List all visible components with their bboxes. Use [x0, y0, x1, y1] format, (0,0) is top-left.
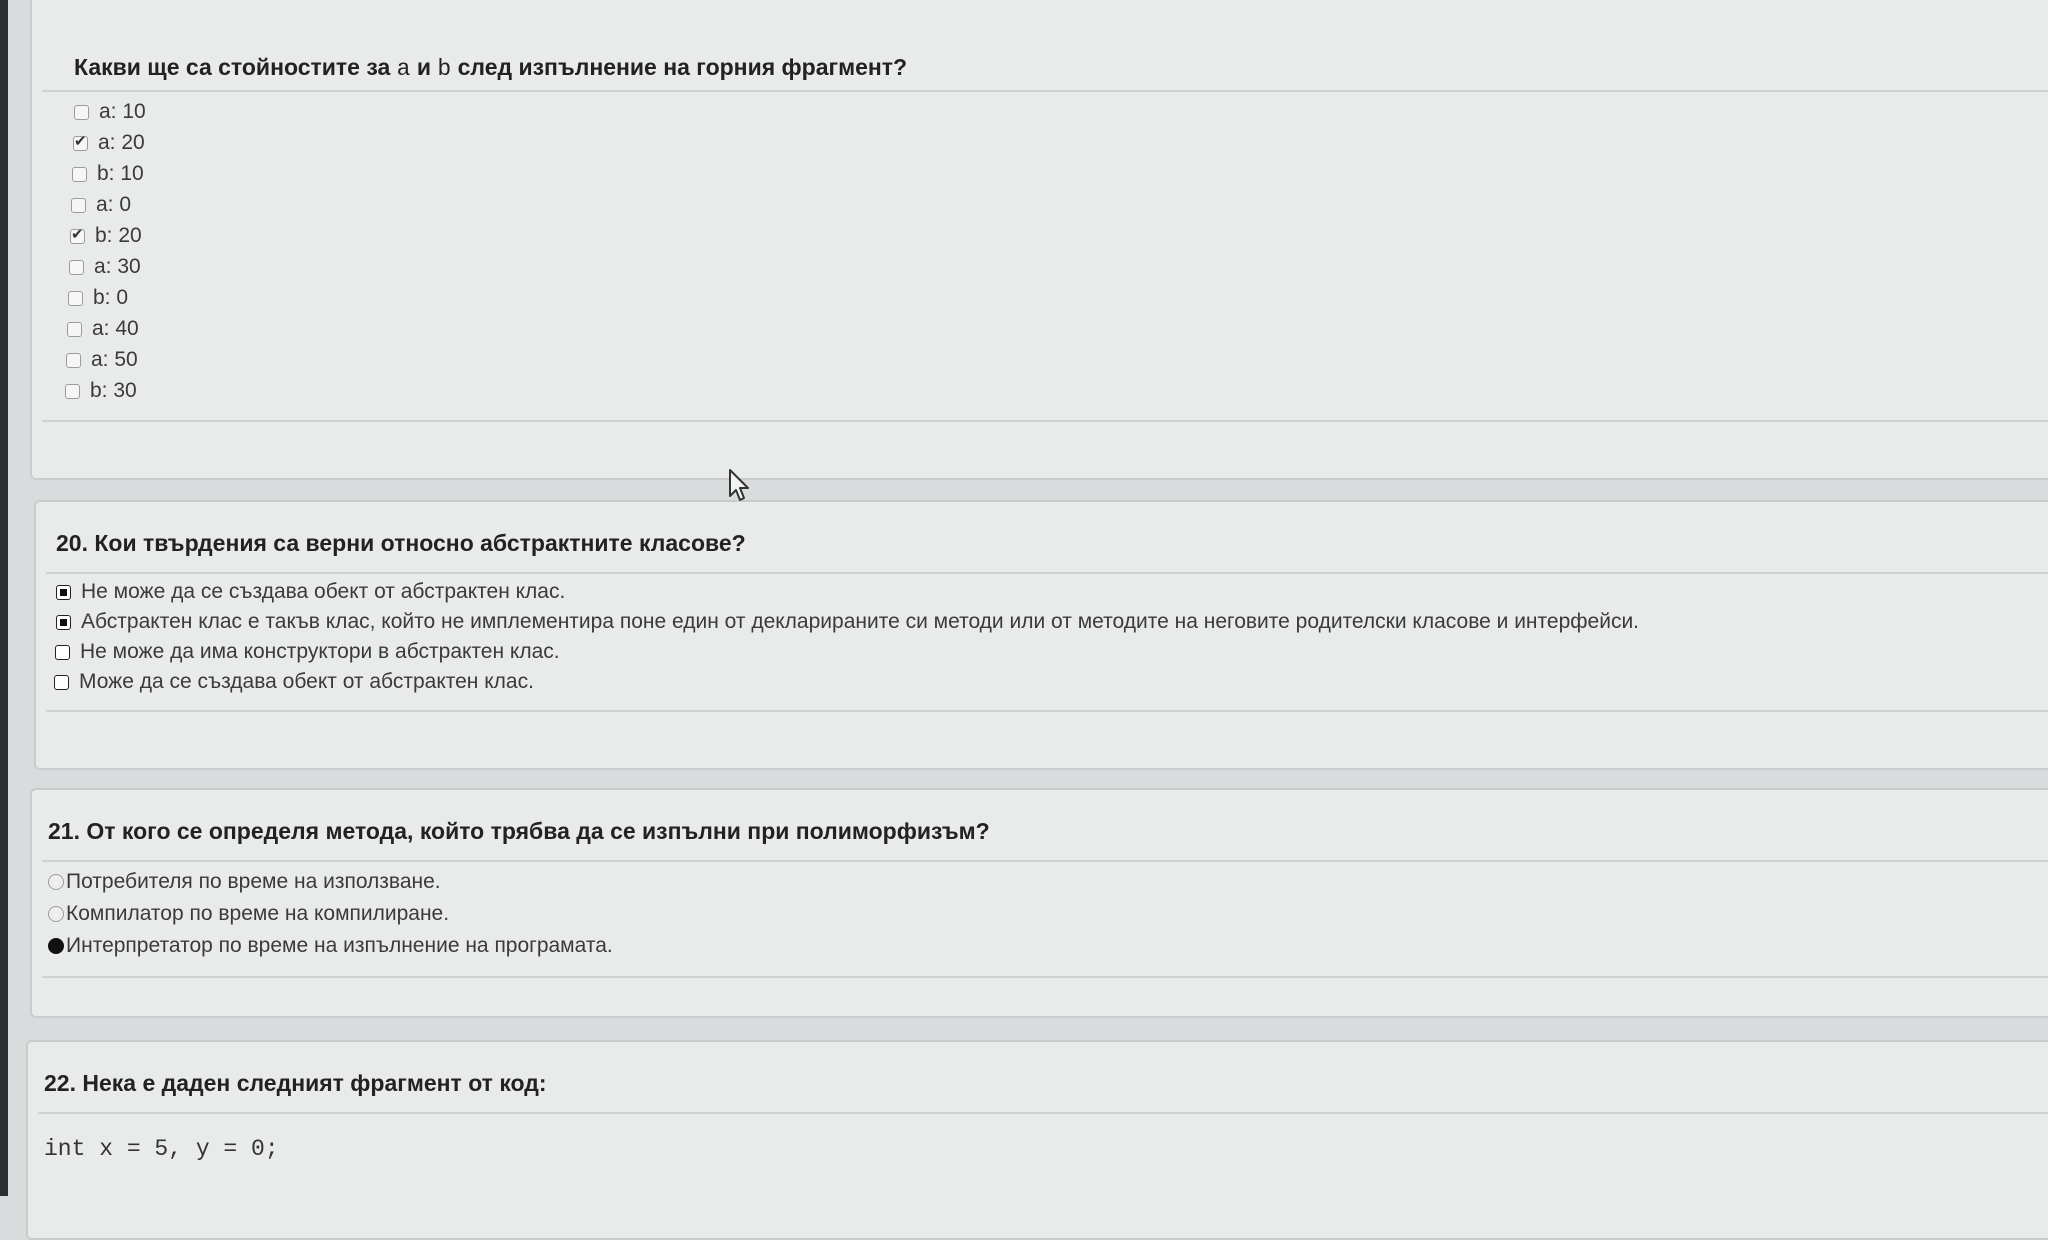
option-checkbox[interactable]: b: 30: [65, 379, 137, 403]
option-checkbox[interactable]: a: 20: [73, 131, 145, 155]
radio-icon[interactable]: [48, 906, 64, 922]
option-checkbox[interactable]: b: 10: [72, 162, 144, 186]
checkbox-icon[interactable]: [72, 166, 87, 182]
checkbox-icon[interactable]: [55, 644, 70, 660]
checkbox-icon[interactable]: [69, 259, 84, 275]
option-checkbox[interactable]: a: 50: [66, 348, 138, 372]
option-checkbox[interactable]: b: 0: [68, 286, 128, 310]
title-text: Какви ще са стойностите за: [74, 54, 397, 80]
radio-selected-icon[interactable]: [48, 938, 64, 954]
option-label: b: 10: [97, 162, 144, 185]
option-label: a: 0: [96, 193, 132, 216]
checkbox-checked-icon[interactable]: [73, 132, 88, 151]
option-checkbox[interactable]: b: 20: [70, 224, 142, 248]
option-label: a: 50: [91, 348, 138, 371]
divider: [42, 90, 2048, 92]
option-checkbox[interactable]: a: 10: [74, 100, 146, 124]
checkbox-icon[interactable]: [67, 321, 82, 337]
question-panel-21: 21. От кого се определя метода, който тр…: [30, 788, 2048, 1018]
option-radio[interactable]: Интерпретатор по време на изпълнение на …: [48, 934, 613, 958]
checkbox-icon[interactable]: [66, 352, 81, 368]
mouse-cursor-icon: [729, 469, 749, 501]
option-label: b: 0: [93, 286, 129, 309]
question-panel-19: Какви ще са стойностите за a и b след из…: [30, 0, 2048, 480]
question-title: 20. Кои твърдения са верни относно абстр…: [56, 530, 746, 556]
var-b: b: [437, 56, 452, 82]
option-label: a: 40: [92, 317, 139, 340]
checkbox-icon[interactable]: [68, 290, 83, 306]
option-label: Потребителя по време на използване.: [66, 870, 441, 893]
checkbox-icon[interactable]: [71, 197, 86, 213]
screen-bezel: [0, 0, 8, 1196]
option-checkbox[interactable]: Не може да се създава обект от абстракте…: [56, 580, 565, 604]
question-title: 21. От кого се определя метода, който тр…: [48, 818, 990, 844]
option-label: Може да се създава обект от абстрактен к…: [79, 670, 534, 693]
title-text: след изпълнение на горния фрагмент?: [451, 54, 908, 80]
checkbox-icon[interactable]: [65, 383, 80, 399]
option-label: b: 30: [90, 379, 137, 402]
option-label: a: 10: [99, 100, 146, 123]
option-label: b: 20: [95, 224, 142, 247]
question-panel-20: 20. Кои твърдения са верни относно абстр…: [34, 500, 2048, 770]
option-label: Интерпретатор по време на изпълнение на …: [66, 934, 613, 957]
option-radio[interactable]: Потребителя по време на използване.: [48, 870, 441, 894]
question-title: 22. Нека е даден следният фрагмент от ко…: [44, 1070, 547, 1096]
checkbox-checked-icon[interactable]: [56, 614, 71, 630]
checkbox-checked-icon[interactable]: [70, 225, 85, 244]
option-checkbox[interactable]: Абстрактен клас е такъв клас, който не и…: [56, 610, 1639, 634]
radio-icon[interactable]: [48, 874, 64, 890]
option-checkbox[interactable]: Не може да има конструктори в абстрактен…: [55, 640, 560, 664]
option-label: Не може да има конструктори в абстрактен…: [80, 640, 560, 663]
divider: [46, 710, 2048, 712]
option-radio[interactable]: Компилатор по време на компилиране.: [48, 902, 449, 926]
divider: [42, 976, 2048, 978]
title-text: и: [410, 54, 438, 80]
question-panel-22: 22. Нека е даден следният фрагмент от ко…: [26, 1040, 2048, 1240]
option-checkbox[interactable]: a: 0: [71, 193, 131, 217]
checkbox-icon[interactable]: [74, 104, 89, 120]
checkbox-checked-icon[interactable]: [56, 584, 71, 600]
option-checkbox[interactable]: Може да се създава обект от абстрактен к…: [54, 670, 534, 694]
option-label: a: 20: [98, 131, 145, 154]
option-label: a: 30: [94, 255, 141, 278]
option-checkbox[interactable]: a: 30: [69, 255, 141, 279]
divider: [42, 420, 2048, 422]
checkbox-icon[interactable]: [54, 674, 69, 690]
divider: [42, 860, 2048, 862]
option-checkbox[interactable]: a: 40: [67, 317, 139, 341]
option-label: Не може да се създава обект от абстракте…: [81, 580, 566, 603]
question-title: Какви ще са стойностите за a и b след из…: [74, 54, 907, 82]
code-snippet: int x = 5, y = 0;: [44, 1136, 279, 1162]
var-a: a: [396, 56, 411, 82]
option-label: Компилатор по време на компилиране.: [66, 902, 450, 925]
option-label: Абстрактен клас е такъв клас, който не и…: [81, 610, 1640, 633]
divider: [38, 1112, 2048, 1114]
divider: [46, 572, 2048, 574]
